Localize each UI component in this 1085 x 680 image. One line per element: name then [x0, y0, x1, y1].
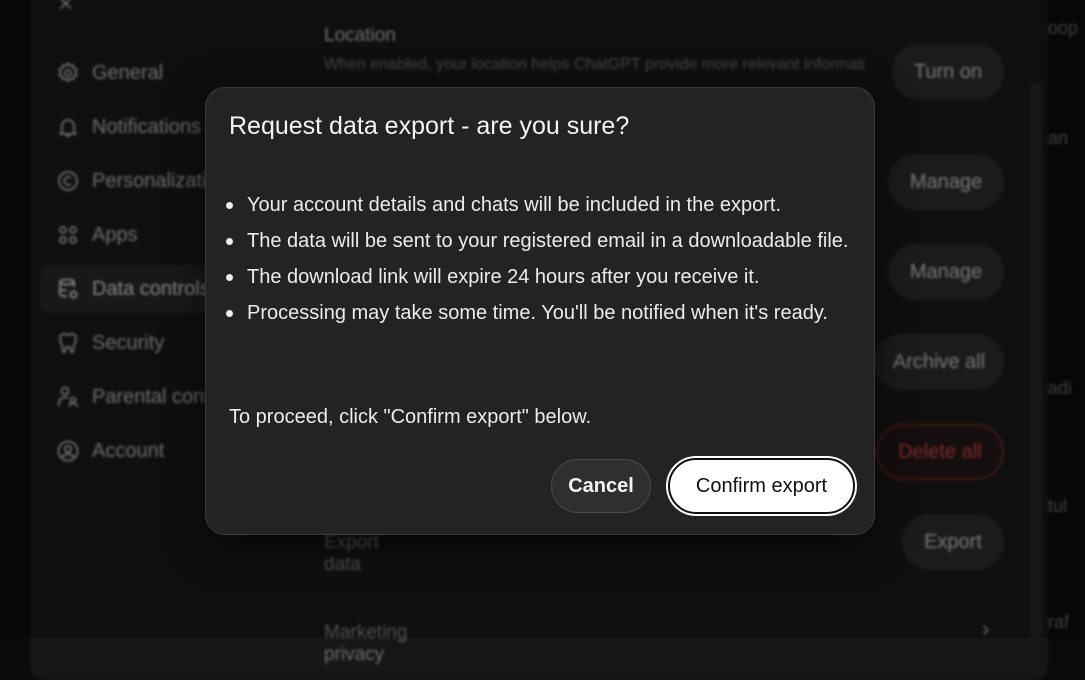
dialog-title: Request data export - are you sure?	[229, 112, 630, 140]
cancel-button[interactable]: Cancel	[551, 459, 651, 513]
confirm-export-button[interactable]: Confirm export	[668, 458, 855, 514]
list-item: The data will be sent to your registered…	[226, 226, 856, 256]
list-item: Your account details and chats will be i…	[226, 190, 856, 220]
list-item: Processing may take some time. You'll be…	[226, 298, 856, 328]
list-item: The download link will expire 24 hours a…	[226, 262, 856, 292]
data-export-dialog: Request data export - are you sure? Your…	[205, 87, 875, 535]
dialog-bullet-list: Your account details and chats will be i…	[226, 190, 856, 334]
dialog-proceed-text: To proceed, click "Confirm export" below…	[229, 406, 592, 428]
